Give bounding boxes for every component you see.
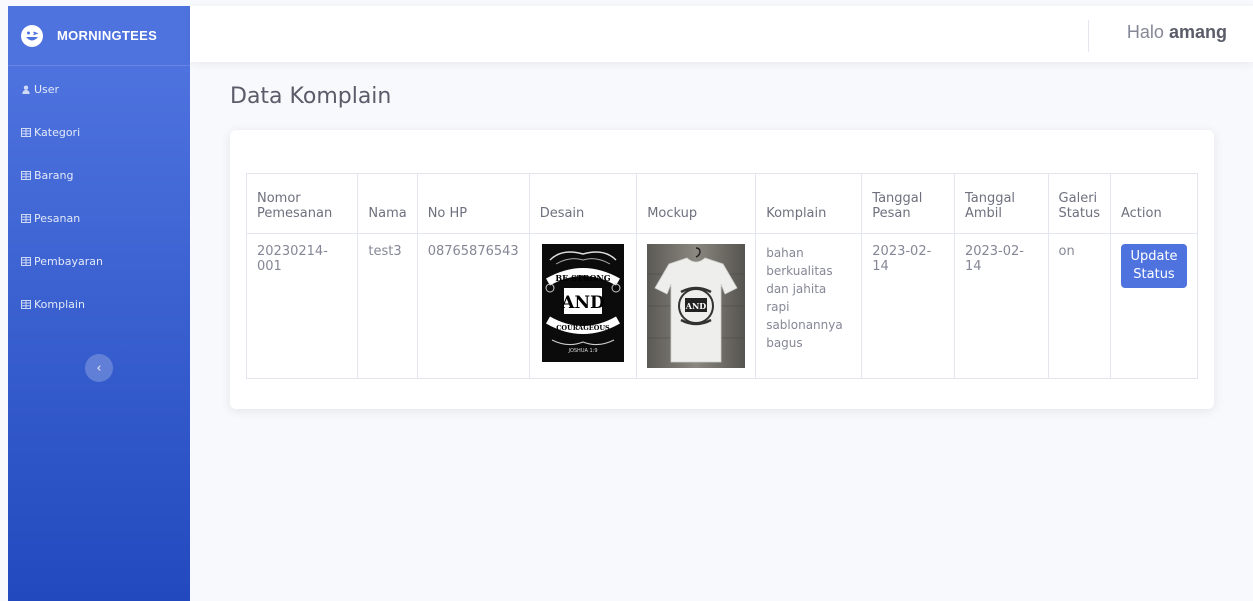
complaints-table: Nomor Pemesanan Nama No HP Desain Mockup… <box>245 173 1198 379</box>
cell-action: Update Status <box>1110 233 1198 379</box>
svg-text:AND: AND <box>685 301 707 311</box>
table-row: 20230214-001 test3 08765876543 BE STRONG <box>245 233 1198 379</box>
col-nama: Nama <box>357 173 418 234</box>
design-image[interactable]: BE STRONG AND COURAGEOUS JOSHUA 1:9 <box>541 244 624 362</box>
table-icon <box>21 171 31 180</box>
col-galeri-status: Galeri Status <box>1047 173 1112 234</box>
table-icon <box>21 257 31 266</box>
col-komplain: Komplain <box>755 173 863 234</box>
topbar: Halo amang <box>190 6 1253 62</box>
brand-link[interactable]: MORNINGTEES <box>8 6 190 66</box>
col-tanggal-pesan: Tanggal Pesan <box>861 173 955 234</box>
sidebar-item-komplain[interactable]: Komplain <box>8 283 190 326</box>
design-text-courageous: COURAGEOUS <box>556 324 610 332</box>
cell-mockup: AND <box>636 233 757 379</box>
cell-tanggal-ambil: 2023-02-14 <box>953 233 1049 379</box>
sidebar-item-label: Pesanan <box>34 212 81 225</box>
user-icon <box>22 85 30 94</box>
topbar-divider <box>1088 20 1089 52</box>
page-title: Data Komplain <box>230 84 392 109</box>
col-tanggal-ambil: Tanggal Ambil <box>953 173 1049 234</box>
sidebar-item-label: Barang <box>34 169 74 182</box>
mockup-image[interactable]: AND <box>647 244 746 368</box>
sidebar-item-pembayaran[interactable]: Pembayaran <box>8 240 190 283</box>
sidebar-item-barang[interactable]: Barang <box>8 154 190 197</box>
user-greeting[interactable]: Halo amang <box>1127 22 1227 43</box>
complaints-card: Nomor Pemesanan Nama No HP Desain Mockup… <box>230 130 1214 409</box>
cell-desain: BE STRONG AND COURAGEOUS JOSHUA 1:9 <box>528 233 638 379</box>
username: amang <box>1168 22 1227 42</box>
cell-nomor: 20230214-001 <box>245 233 359 379</box>
col-no-hp: No HP <box>416 173 530 234</box>
design-text-verse: JOSHUA 1:9 <box>567 348 597 354</box>
table-icon <box>21 128 31 137</box>
sidebar-item-label: User <box>34 83 60 96</box>
sidebar: MORNINGTEES User Kategori Barang Pesanan… <box>8 6 190 601</box>
sidebar-item-label: Pembayaran <box>34 255 103 268</box>
sidebar-item-pesanan[interactable]: Pesanan <box>8 197 190 240</box>
table-header-row: Nomor Pemesanan Nama No HP Desain Mockup… <box>245 173 1198 234</box>
laugh-icon <box>21 24 43 47</box>
cell-galeri-status: on <box>1047 233 1112 379</box>
sidebar-item-label: Komplain <box>34 298 85 311</box>
design-text-be-strong: BE STRONG <box>555 273 610 283</box>
update-status-button[interactable]: Update Status <box>1121 244 1187 288</box>
brand-name: MORNINGTEES <box>57 28 158 43</box>
sidebar-item-user[interactable]: User <box>8 68 190 111</box>
sidebar-toggle-button[interactable]: ‹ <box>85 354 113 382</box>
sidebar-item-kategori[interactable]: Kategori <box>8 111 190 154</box>
cell-no-hp: 08765876543 <box>416 233 530 379</box>
table-icon <box>21 300 31 309</box>
col-desain: Desain <box>528 173 638 234</box>
col-nomor-pemesanan: Nomor Pemesanan <box>245 173 359 234</box>
table-icon <box>21 214 31 223</box>
cell-komplain: bahan berkualitas dan jahita rapi sablon… <box>755 233 863 379</box>
col-mockup: Mockup <box>636 173 757 234</box>
cell-nama: test3 <box>357 233 418 379</box>
sidebar-nav: User Kategori Barang Pesanan Pembayaran … <box>8 66 190 326</box>
design-text-and: AND <box>560 293 605 313</box>
cell-tanggal-pesan: 2023-02-14 <box>861 233 955 379</box>
sidebar-item-label: Kategori <box>34 126 81 139</box>
col-action: Action <box>1110 173 1198 234</box>
chevron-left-icon: ‹ <box>96 360 102 376</box>
greeting-text: Halo <box>1126 22 1164 42</box>
